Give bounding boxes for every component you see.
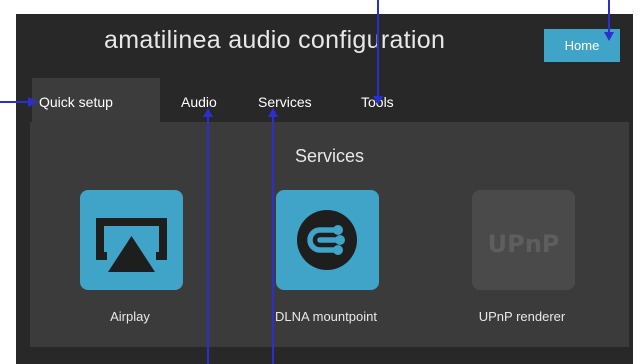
annotation-arrow <box>373 96 383 105</box>
dlna-icon <box>276 190 379 290</box>
tab-label: Services <box>258 94 312 110</box>
airplay-icon <box>80 190 183 290</box>
tab-label: Quick setup <box>39 94 113 110</box>
annotation-arrow <box>203 108 213 117</box>
annotation-arrow <box>604 32 614 41</box>
service-label: Airplay <box>110 309 150 324</box>
service-label: UPnP renderer <box>478 309 566 324</box>
service-dlna-mountpoint[interactable]: DLNA mountpoint <box>256 190 396 330</box>
annotation-line <box>377 0 379 98</box>
annotation-line <box>207 115 209 364</box>
panel-title: Services <box>294 146 365 166</box>
annotation-line <box>0 101 28 103</box>
upnp-icon: UPnP <box>472 190 575 290</box>
svg-text:UPnP: UPnP <box>488 230 560 258</box>
tab-quick-setup[interactable]: Quick setup <box>32 78 160 122</box>
annotation-line <box>608 0 610 34</box>
service-upnp-renderer[interactable]: UPnP UPnP renderer <box>452 190 592 330</box>
tab-bar: Quick setup Audio Services Tools <box>16 78 633 122</box>
service-label: DLNA mountpoint <box>275 309 377 324</box>
services-panel: Services Airplay DLNA mountpoint UPnP UP… <box>30 122 629 347</box>
service-airplay[interactable]: Airplay <box>60 190 200 330</box>
tab-services[interactable]: Services <box>258 78 312 122</box>
annotation-line <box>272 115 274 364</box>
page-title: amatilinea audio configuration <box>104 26 446 54</box>
annotation-arrow <box>28 97 38 107</box>
annotation-arrow <box>268 108 278 117</box>
